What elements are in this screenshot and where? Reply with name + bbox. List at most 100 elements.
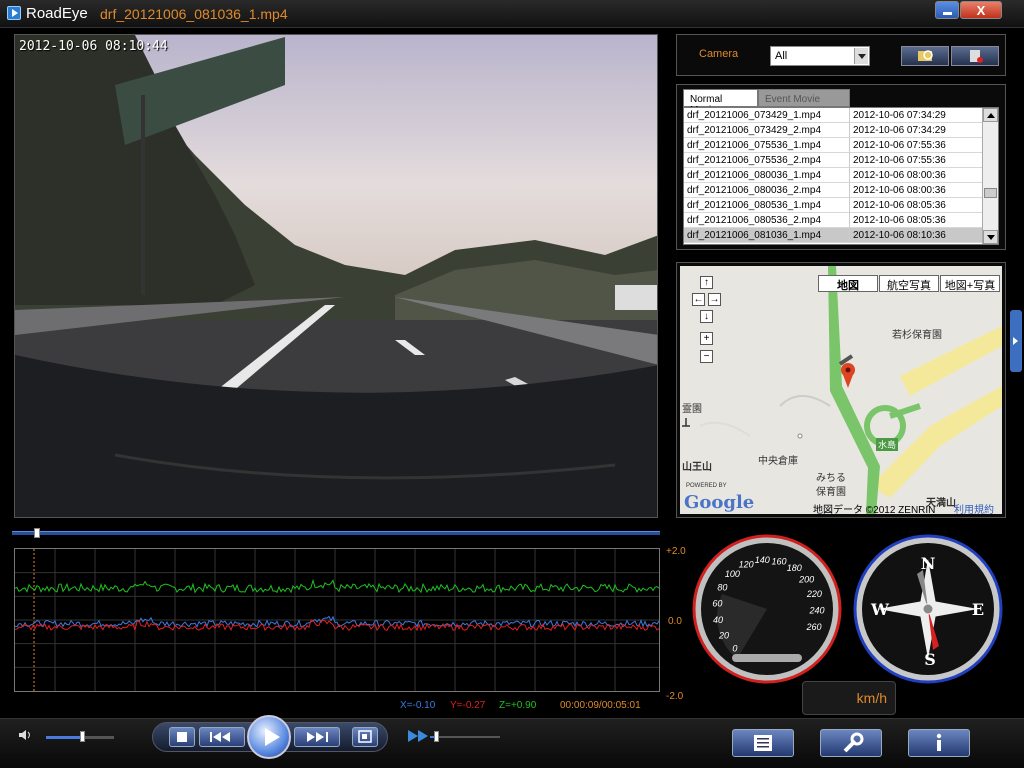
speed-tick-label: 180 bbox=[787, 563, 802, 573]
file-name: drf_20121006_080536_1.mp4 bbox=[687, 200, 822, 211]
previous-button[interactable] bbox=[199, 727, 245, 747]
skip-forward-icon bbox=[307, 732, 328, 742]
map-label: 水島 bbox=[876, 438, 899, 451]
speed-tick-label: 140 bbox=[755, 555, 770, 565]
volume-icon[interactable] bbox=[18, 728, 32, 742]
speed-tick-label: 120 bbox=[739, 560, 754, 570]
pan-right-icon[interactable]: → bbox=[708, 293, 721, 306]
speed-tick-label: 240 bbox=[808, 606, 824, 616]
file-list: drf_20121006_073429_1.mp4 2012-10-06 07:3… bbox=[683, 107, 999, 245]
stop-icon bbox=[177, 732, 187, 742]
list-button[interactable] bbox=[732, 729, 794, 757]
graph-min-label: -2.0 bbox=[666, 691, 684, 702]
playback-speed-handle[interactable] bbox=[434, 731, 439, 742]
map-terms-link[interactable]: 利用規約 bbox=[954, 501, 994, 514]
tab-event-movie[interactable]: Event Movie bbox=[758, 89, 850, 107]
g-sensor-graph bbox=[14, 548, 660, 692]
list-icon bbox=[754, 735, 772, 751]
x-readout: X=-0.10 bbox=[400, 700, 436, 711]
playback-speed-slider[interactable] bbox=[430, 736, 500, 738]
trash-icon bbox=[970, 50, 983, 63]
speed-tick-label: 100 bbox=[725, 569, 740, 579]
seek-bar[interactable] bbox=[12, 528, 660, 538]
list-item[interactable]: drf_20121006_080536_1.mp4 2012-10-06 08:0… bbox=[684, 198, 984, 213]
side-panel-toggle[interactable] bbox=[1010, 310, 1022, 372]
list-scrollbar[interactable] bbox=[982, 108, 998, 244]
map-type-map-button[interactable]: 地図 bbox=[818, 275, 878, 292]
search-folder-button[interactable] bbox=[901, 46, 949, 66]
google-logo[interactable]: Google bbox=[684, 492, 754, 513]
powered-by-label: POWERED BY bbox=[686, 483, 727, 489]
speed-tick-label: 40 bbox=[713, 615, 723, 625]
list-item[interactable]: drf_20121006_075536_2.mp4 2012-10-06 07:5… bbox=[684, 153, 984, 168]
list-item[interactable]: drf_20121006_073429_1.mp4 2012-10-06 07:3… bbox=[684, 108, 984, 123]
file-name: drf_20121006_080036_2.mp4 bbox=[687, 185, 822, 196]
pan-up-icon[interactable]: ↑ bbox=[700, 276, 713, 289]
list-item[interactable]: drf_20121006_075536_1.mp4 2012-10-06 07:5… bbox=[684, 138, 984, 153]
video-timestamp: 2012-10-06 08:10:44 bbox=[19, 39, 168, 54]
close-icon: X bbox=[976, 3, 986, 18]
seek-handle[interactable] bbox=[34, 528, 40, 538]
map-type-aerial-button[interactable]: 航空写真 bbox=[879, 275, 939, 292]
camera-select-value: All bbox=[775, 50, 788, 62]
chevron-down-icon[interactable] bbox=[854, 48, 868, 64]
delete-button[interactable] bbox=[951, 46, 999, 66]
list-item-selected[interactable]: drf_20121006_081036_1.mp4 2012-10-06 08:1… bbox=[684, 228, 984, 243]
camera-label: Camera bbox=[699, 48, 739, 60]
speed-tick-label: 0 bbox=[732, 643, 737, 653]
pan-down-icon[interactable]: ↓ bbox=[700, 310, 713, 323]
map-copyright: 地図データ ©2012 ZENRIN bbox=[813, 505, 936, 514]
wrench-icon bbox=[843, 732, 864, 753]
pan-left-icon[interactable]: ← bbox=[692, 293, 705, 306]
settings-button[interactable] bbox=[820, 729, 882, 757]
camera-select[interactable]: All bbox=[770, 46, 870, 66]
speed-tick-label: 80 bbox=[717, 582, 727, 592]
list-item[interactable]: drf_20121006_080036_1.mp4 2012-10-06 08:0… bbox=[684, 168, 984, 183]
z-trace bbox=[14, 578, 660, 594]
speed-tick-label: 160 bbox=[771, 557, 786, 567]
close-button[interactable]: X bbox=[960, 1, 1002, 19]
video-view[interactable]: 2012-10-06 08:10:44 bbox=[14, 34, 658, 518]
map-label: 保育園 bbox=[816, 487, 846, 498]
file-date: 2012-10-06 08:00:36 bbox=[853, 170, 946, 181]
file-date: 2012-10-06 07:55:36 bbox=[853, 155, 946, 166]
map-view[interactable]: 地図 航空写真 地図+写真 ↑ ← → ↓ + − 若杉保育園 中央倉庫 みちる… bbox=[680, 266, 1002, 514]
fullscreen-button[interactable] bbox=[352, 727, 378, 747]
info-button[interactable] bbox=[908, 729, 970, 757]
file-name: drf_20121006_080536_2.mp4 bbox=[687, 215, 822, 226]
list-item[interactable]: drf_20121006_080036_2.mp4 2012-10-06 08:0… bbox=[684, 183, 984, 198]
map-label: みちる bbox=[816, 473, 846, 484]
file-date: 2012-10-06 08:05:36 bbox=[853, 200, 946, 211]
skip-back-icon bbox=[210, 732, 230, 742]
file-name: drf_20121006_081036_1.mp4 bbox=[687, 230, 822, 241]
file-date: 2012-10-06 08:00:36 bbox=[853, 185, 946, 196]
scroll-thumb[interactable] bbox=[984, 188, 997, 198]
scroll-down-icon[interactable] bbox=[983, 230, 998, 244]
compass-dial: N E S W bbox=[853, 534, 1003, 684]
list-item[interactable]: drf_20121006_073429_2.mp4 2012-10-06 07:3… bbox=[684, 123, 984, 138]
map-panel: 地図 航空写真 地図+写真 ↑ ← → ↓ + − 若杉保育園 中央倉庫 みちる… bbox=[676, 262, 1006, 518]
play-button[interactable] bbox=[247, 715, 291, 759]
speedometer-dial: 020 40 60 80 100120 140 160180200 220 240 260 bbox=[692, 534, 842, 684]
volume-handle[interactable] bbox=[80, 731, 85, 742]
g-sensor-plot bbox=[14, 549, 660, 691]
zoom-in-icon[interactable]: + bbox=[700, 332, 713, 345]
app-name: RoadEye bbox=[26, 5, 88, 22]
compass-w: W bbox=[870, 600, 890, 619]
tab-normal-movie[interactable]: Normal Movie bbox=[683, 89, 758, 116]
map-type-hybrid-button[interactable]: 地図+写真 bbox=[940, 275, 1000, 292]
list-item[interactable]: drf_20121006_080536_2.mp4 2012-10-06 08:0… bbox=[684, 213, 984, 228]
minimize-button[interactable] bbox=[935, 1, 959, 19]
map-label: 中央倉庫 bbox=[758, 456, 798, 467]
next-button[interactable] bbox=[294, 727, 340, 747]
scroll-up-icon[interactable] bbox=[983, 108, 998, 122]
zoom-out-icon[interactable]: − bbox=[700, 350, 713, 363]
file-name: drf_20121006_075536_1.mp4 bbox=[687, 140, 822, 151]
fast-forward-icon[interactable] bbox=[408, 729, 430, 743]
speed-tick-label: 220 bbox=[806, 589, 822, 599]
info-icon bbox=[936, 733, 942, 751]
compass-n: N bbox=[921, 554, 936, 573]
folder-search-icon bbox=[918, 50, 933, 61]
y-readout: Y=-0.27 bbox=[450, 700, 486, 711]
stop-button[interactable] bbox=[169, 727, 195, 747]
